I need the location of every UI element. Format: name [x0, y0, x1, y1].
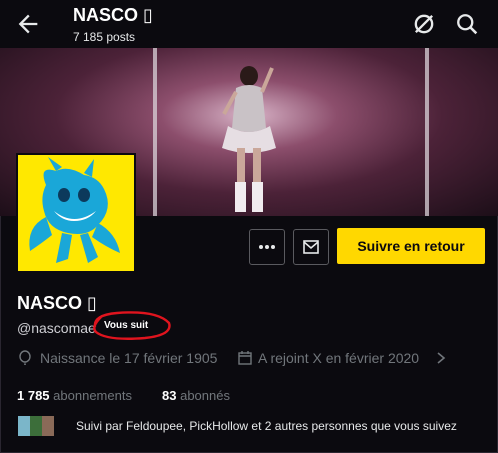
- mail-icon: [303, 240, 319, 254]
- following-count: 1 785: [17, 388, 50, 403]
- annotation-circle: [93, 311, 171, 340]
- calendar-icon: [238, 351, 252, 365]
- followed-by-text[interactable]: Suivi par Feldoupee, PickHollow et 2 aut…: [76, 419, 457, 433]
- posts-count: 7 185 posts: [73, 30, 136, 44]
- more-options-button[interactable]: [249, 229, 285, 265]
- profile-handle: @nascomae: [17, 320, 96, 336]
- followers-stat[interactable]: 83 abonnés: [162, 388, 230, 403]
- birth-date: Naissance le 17 février 1905: [40, 350, 218, 366]
- mutual-avatar[interactable]: [42, 416, 54, 436]
- search-icon[interactable]: [453, 10, 481, 38]
- profile-name: NASCO ▯: [17, 293, 97, 313]
- avatar[interactable]: [16, 153, 136, 273]
- balloon-icon: [19, 350, 31, 365]
- more-dots-icon: [259, 245, 275, 249]
- message-button[interactable]: [293, 229, 329, 265]
- join-date[interactable]: A rejoint X en février 2020: [258, 350, 419, 366]
- no-sync-icon[interactable]: [410, 10, 438, 38]
- handle-text: @nascoma: [17, 320, 89, 336]
- following-stat[interactable]: 1 785 abonnements: [17, 388, 132, 403]
- followers-count: 83: [162, 388, 177, 403]
- follow-back-button[interactable]: Suivre en retour: [337, 228, 485, 264]
- chevron-right-icon[interactable]: [433, 350, 449, 366]
- avatar-mascot: [29, 157, 120, 263]
- profile-header: NASCO ▯ 7 185 posts: [0, 0, 498, 48]
- back-arrow-icon[interactable]: [14, 10, 42, 38]
- header-title: NASCO ▯: [73, 5, 153, 25]
- following-label: abonnements: [53, 388, 132, 403]
- followers-label: abonnés: [180, 388, 230, 403]
